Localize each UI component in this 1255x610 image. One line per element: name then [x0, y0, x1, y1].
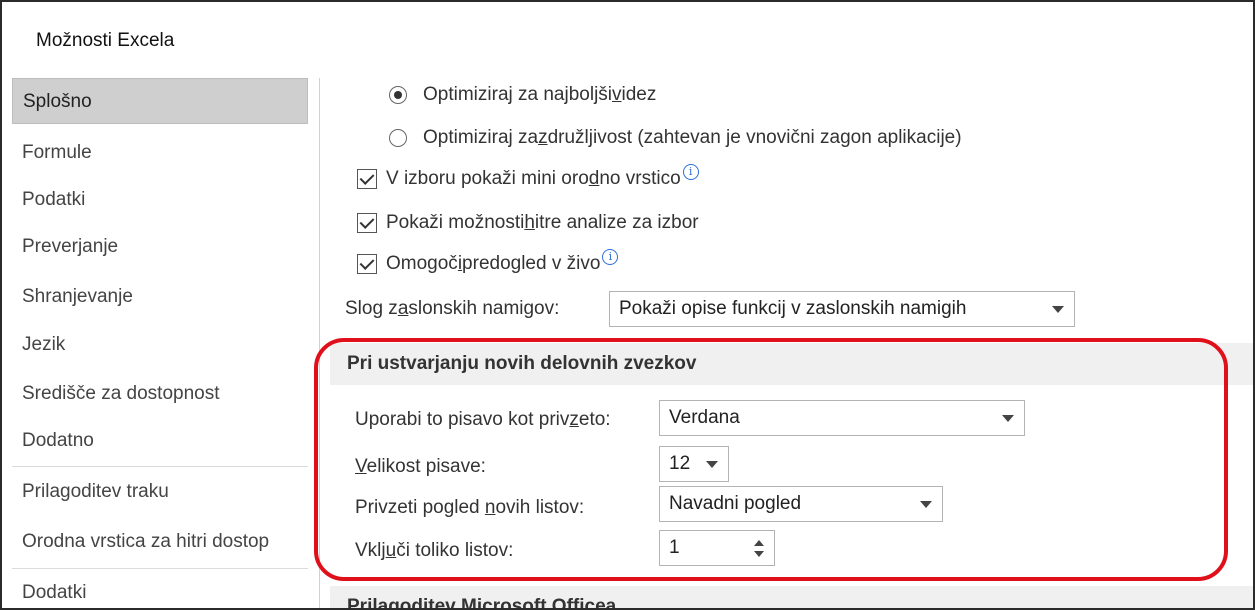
chevron-down-icon — [920, 501, 932, 508]
checkbox-quick-analysis[interactable] — [357, 213, 377, 233]
nav-item-advanced[interactable]: Dodatno — [12, 418, 308, 464]
radio-compatibility[interactable] — [389, 129, 407, 147]
screentip-style-dropdown[interactable]: Pokaži opise funkcij v zaslonskih namigi… — [609, 291, 1075, 327]
options-content: Optimiziraj za najboljši v idez Optimizir… — [322, 78, 1253, 608]
default-view-label: Privzeti pogled novih listov: — [355, 497, 585, 518]
checkbox-mini-toolbar[interactable] — [357, 169, 377, 189]
spin-down-icon[interactable] — [754, 551, 764, 557]
option-live-preview[interactable]: Omogoč i predogled v živo i — [357, 249, 619, 275]
nav-item-quick-access-toolbar[interactable]: Orodna vrstica za hitri dostop — [12, 519, 308, 565]
default-font-dropdown[interactable]: Verdana — [659, 400, 1025, 436]
excel-options-dialog: Možnosti Excela Splošno Formule Podatki … — [0, 0, 1255, 610]
sheet-count-label: Vključi toliko listov: — [355, 540, 514, 561]
nav-divider — [12, 466, 308, 467]
option-mini-toolbar[interactable]: V izboru pokaži mini oro d no vrstico i — [357, 164, 699, 190]
nav-item-proofing[interactable]: Preverjanje — [12, 224, 308, 270]
title-bar: Možnosti Excela — [2, 2, 1253, 78]
nav-item-language[interactable]: Jezik — [12, 322, 308, 368]
chevron-down-icon — [1002, 415, 1014, 422]
info-icon[interactable]: i — [602, 249, 619, 265]
default-view-dropdown[interactable]: Navadni pogled — [659, 486, 943, 522]
nav-divider — [12, 568, 308, 569]
nav-item-data[interactable]: Podatki — [12, 177, 308, 223]
window-title: Možnosti Excela — [36, 30, 175, 51]
checkbox-live-preview[interactable] — [357, 254, 377, 274]
default-font-label: Uporabi to pisavo kot privzeto: — [355, 409, 611, 430]
nav-item-customize-ribbon[interactable]: Prilagoditev traku — [12, 469, 308, 515]
nav-item-add-ins[interactable]: Dodatki — [12, 570, 308, 608]
section-office-personalize-header: Prilagoditev Microsoft Officea — [330, 586, 1253, 608]
nav-item-accessibility[interactable]: Središče za dostopnost — [12, 371, 308, 417]
nav-item-save[interactable]: Shranjevanje — [12, 274, 308, 320]
option-compatibility[interactable]: Optimiziraj za z družljivost (zahtevan je… — [389, 127, 962, 149]
option-quick-analysis[interactable]: Pokaži možnosti h itre analize za izbor — [357, 212, 699, 234]
option-best-appearance[interactable]: Optimiziraj za najboljši v idez — [389, 84, 656, 106]
chevron-down-icon — [706, 461, 718, 468]
screentip-style-label: Slog zaslonskih namigov: — [345, 298, 560, 319]
radio-best-appearance[interactable] — [389, 86, 407, 104]
sheet-count-spinner[interactable]: 1 — [659, 530, 775, 566]
font-size-dropdown[interactable]: 12 — [659, 446, 729, 482]
info-icon[interactable]: i — [682, 164, 699, 180]
chevron-down-icon — [1052, 306, 1064, 313]
options-nav: Splošno Formule Podatki Preverjanje Shra… — [2, 78, 320, 608]
nav-item-general[interactable]: Splošno — [12, 78, 308, 124]
font-size-label: Velikost pisave: — [355, 456, 486, 477]
section-new-workbooks-header: Pri ustvarjanju novih delovnih zvezkov — [330, 343, 1253, 385]
nav-item-formulas[interactable]: Formule — [12, 130, 308, 176]
spin-up-icon[interactable] — [754, 540, 764, 546]
